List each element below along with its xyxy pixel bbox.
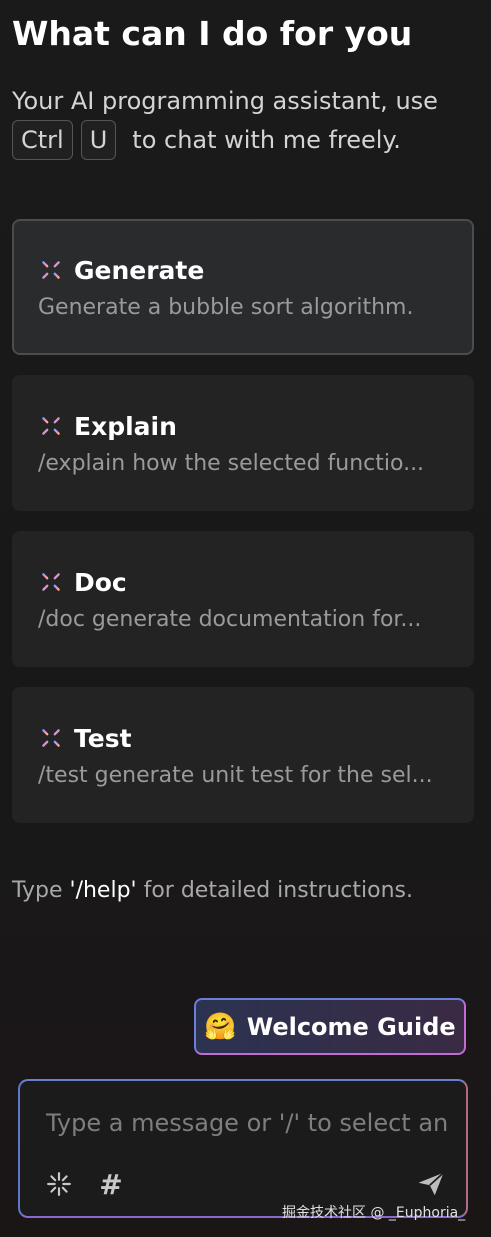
subtitle-line-1: Your AI programming assistant, use [12,87,438,115]
send-icon[interactable] [416,1169,446,1199]
subtitle: Your AI programming assistant, use Ctrl … [12,82,482,160]
card-title: Explain [74,411,177,441]
card-title: Generate [74,255,205,285]
ctrl-key: Ctrl [12,120,73,160]
help-hint: Type '/help' for detailed instructions. [12,878,413,903]
card-description: /explain how the selected functio... [38,451,425,476]
sparkle-icon[interactable] [44,1169,74,1199]
card-explain[interactable]: Explain /explain how the selected functi… [12,375,474,511]
suggestion-cards: Generate Generate a bubble sort algorith… [12,219,474,843]
hash-icon[interactable]: # [96,1168,126,1201]
card-doc[interactable]: Doc /doc generate documentation for... [12,531,474,667]
card-description: /test generate unit test for the sel... [38,763,433,788]
truncated-top-text [12,0,52,2]
card-title: Test [74,723,132,753]
watermark: 掘金技术社区 @ _Euphoria_ [282,1205,466,1221]
card-generate[interactable]: Generate Generate a bubble sort algorith… [12,219,474,355]
hugging-face-icon: 🤗 [204,1011,237,1042]
card-description: Generate a bubble sort algorithm. [38,295,414,320]
sparkle-icon [38,413,64,439]
u-key: U [80,120,117,160]
message-input[interactable] [46,1103,456,1143]
welcome-guide-button[interactable]: 🤗 Welcome Guide [194,998,466,1055]
help-command: '/help' [69,878,137,903]
subtitle-line-2-text: to chat with me freely. [132,126,401,154]
welcome-guide-label: Welcome Guide [246,1012,456,1041]
sparkle-icon [38,725,64,751]
page-title: What can I do for you [12,14,413,53]
card-title: Doc [74,567,127,597]
sparkle-icon [38,569,64,595]
subtitle-line-2: Ctrl U to chat with me freely. [12,120,482,160]
card-test[interactable]: Test /test generate unit test for the se… [12,687,474,823]
sparkle-icon [38,257,64,283]
message-composer: # [18,1079,468,1218]
card-description: /doc generate documentation for... [38,607,422,632]
